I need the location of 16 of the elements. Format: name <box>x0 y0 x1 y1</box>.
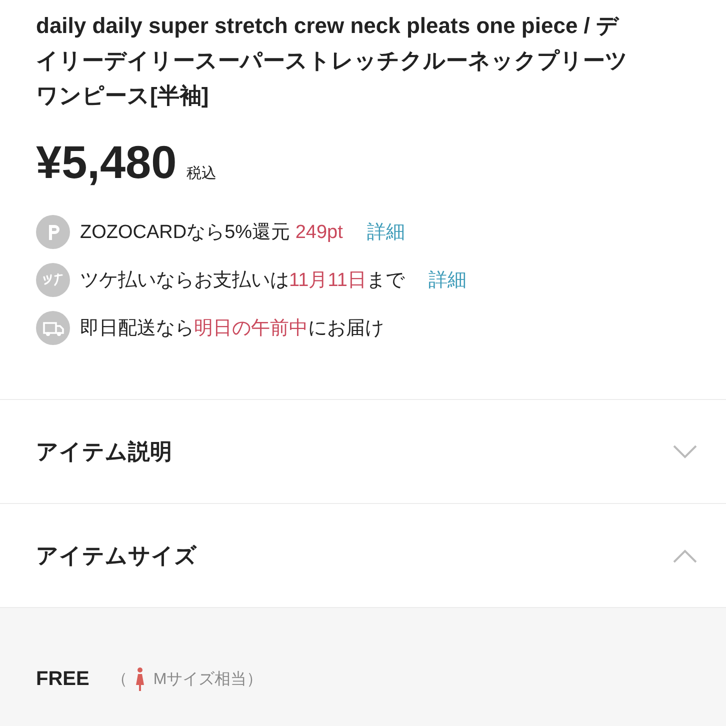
size-name: FREE <box>36 668 90 690</box>
woman-figure-icon <box>135 667 146 691</box>
product-title: daily daily super stretch crew neck pleats one piece / デイリーデイリースーパーストレッチクルーネックプリーツワンピース[半袖] <box>36 12 629 110</box>
chevron-up-icon <box>672 548 698 564</box>
price: ¥5,480 <box>36 135 177 189</box>
benefit-text: ツケ払いならお支払いは11月11日 まで <box>80 269 404 293</box>
benefit-text: 即日配送なら 明日の午前中 にお届け <box>80 317 384 341</box>
size-equivalent: Mサイズ相当） <box>153 670 263 690</box>
accordion-header[interactable]: アイテム説明 <box>0 399 726 503</box>
payment-icon <box>36 263 70 297</box>
truck-icon <box>36 311 70 345</box>
parenthesis: （ <box>111 670 128 690</box>
points-icon <box>36 215 70 249</box>
chevron-down-icon <box>672 444 698 460</box>
tax-label: 税込 <box>186 164 217 183</box>
benefit-text: ZOZOCARDなら5%還元 249pt <box>80 221 343 245</box>
